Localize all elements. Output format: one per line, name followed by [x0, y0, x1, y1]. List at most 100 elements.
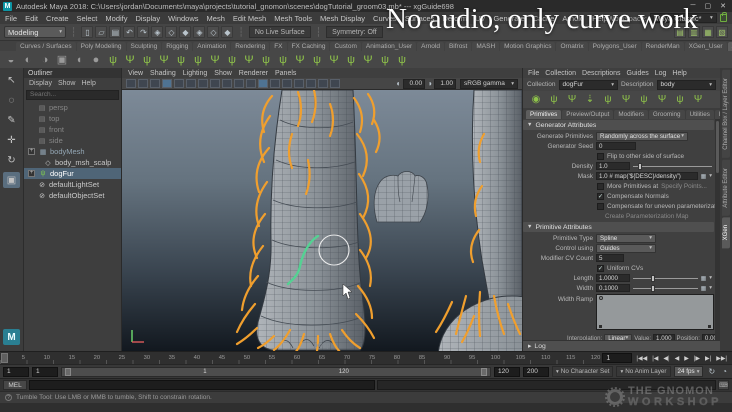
viewport-toolbar-icon[interactable] — [246, 79, 256, 88]
menu-item[interactable]: Select — [77, 14, 98, 23]
xgen-tab[interactable]: Utilities — [685, 110, 714, 119]
shelf-tool-icon[interactable]: Ψ — [327, 53, 341, 67]
lock-workspace-icon[interactable] — [719, 12, 728, 22]
shelf-tab[interactable]: XGen — [727, 42, 732, 51]
outliner-item-top[interactable]: ▤ top — [24, 113, 121, 124]
status-tool-icon[interactable]: ◈ — [151, 26, 164, 38]
shelf-tool-icon[interactable]: ψ — [378, 53, 392, 67]
width-slider[interactable] — [633, 284, 698, 293]
shelf-tool-icon[interactable]: ψ — [344, 53, 358, 67]
outliner-menu-item[interactable]: Help — [81, 80, 95, 87]
workspace-select[interactable]: Maya Classic* ▾ — [650, 13, 717, 23]
density-slider[interactable] — [633, 162, 712, 171]
viewport-toolbar-icon[interactable] — [222, 79, 232, 88]
viewport-toolbar-icon[interactable] — [234, 79, 244, 88]
shelf-tab[interactable]: Motion Graphics — [500, 42, 556, 51]
outliner-item-defaultlightset[interactable]: ⊘ defaultLightSet — [24, 179, 121, 190]
create-parameterization-map-button[interactable]: Create Parameterization Map — [605, 213, 688, 220]
tab-attribute-editor[interactable]: Attribute Editor — [722, 159, 730, 216]
collection-select[interactable]: dogFur ▾ — [558, 79, 619, 90]
shelf-tab[interactable]: Rigging — [162, 42, 193, 51]
shelf-tool-icon[interactable]: ◖ — [72, 53, 86, 67]
menu-item[interactable]: File — [5, 14, 17, 23]
exposure-field[interactable]: 0.00 — [403, 78, 426, 89]
shelf-tool-icon[interactable]: Ψ — [123, 53, 137, 67]
interpolation-select[interactable]: Linear ▾ — [604, 333, 633, 340]
tab-channel-box[interactable]: Channel Box / Layer Editor — [722, 70, 730, 158]
shelf-tool-icon[interactable]: ◑ — [38, 53, 52, 67]
status-tool-icon[interactable]: ▯ — [81, 26, 94, 38]
viewport-toolbar-icon[interactable] — [270, 79, 280, 88]
play-forwards-button[interactable]: ▶ — [682, 354, 691, 363]
generator-attributes-header[interactable]: ▼ Generator Attributes — [523, 120, 714, 130]
chevron-down-icon[interactable]: ▾ — [709, 285, 712, 291]
playback-end-field[interactable]: 120 — [494, 366, 521, 377]
length-slider[interactable] — [633, 274, 698, 283]
shelf-tab[interactable]: Arnold — [417, 42, 444, 51]
shelf-tab[interactable]: Custom — [330, 42, 361, 51]
expand-icon[interactable]: + — [28, 148, 35, 155]
menu-item[interactable]: Mesh — [207, 14, 225, 23]
menu-item[interactable]: Deform — [442, 14, 467, 23]
shelf-tool-icon[interactable]: ψ — [395, 53, 409, 67]
outliner-menu-item[interactable]: Display — [29, 80, 52, 87]
shelf-tab[interactable]: Rendering — [231, 42, 270, 51]
status-tool-icon[interactable]: ▱ — [95, 26, 108, 38]
viewport-toolbar-icon[interactable] — [162, 79, 172, 88]
shelf-tool-icon[interactable]: ψ — [106, 53, 120, 67]
symmetry-field[interactable]: Symmetry: Off — [326, 26, 383, 38]
shelf-tool-icon[interactable]: ψ — [174, 53, 188, 67]
live-surface-field[interactable]: No Live Surface — [248, 26, 311, 38]
status-tool-icon[interactable]: ◇ — [207, 26, 220, 38]
outliner-search-input[interactable] — [26, 89, 119, 100]
shelf-tool-icon[interactable]: ψ — [276, 53, 290, 67]
sidebar-toggle-icon[interactable]: ▦ — [702, 26, 714, 38]
shelf-tool-icon[interactable]: ψ — [259, 53, 273, 67]
density-field[interactable]: 1.0 — [596, 162, 630, 170]
menu-item[interactable]: Curves — [373, 14, 397, 23]
map-icon[interactable]: ▦ — [701, 173, 707, 180]
expand-icon[interactable]: + — [28, 170, 35, 177]
menu-item[interactable]: UV — [475, 14, 485, 23]
generator-seed-field[interactable]: 0 — [596, 142, 636, 150]
compensate-normals-checkbox[interactable]: ✓ — [597, 192, 604, 200]
map-icon[interactable]: ▦ — [701, 275, 707, 282]
menu-item[interactable]: Windows — [168, 14, 198, 23]
shelf-tool-icon[interactable]: ψ — [140, 53, 154, 67]
length-field[interactable]: 1.0000 — [596, 274, 630, 282]
viewport-menu-item[interactable]: Renderer — [239, 70, 268, 77]
shelf-tool-icon[interactable]: ● — [89, 53, 103, 67]
chevron-down-icon[interactable]: ▾ — [709, 275, 712, 281]
shelf-tab[interactable]: Animation — [193, 42, 231, 51]
scale-tool-icon[interactable]: ▣ — [3, 172, 20, 188]
menu-set-select[interactable]: Modeling ▾ — [4, 26, 66, 38]
xgen-tool-icon[interactable]: ψ — [601, 93, 615, 106]
ramp-value-field[interactable]: 1.000 — [653, 334, 675, 340]
description-select[interactable]: body ▾ — [656, 79, 716, 90]
step-back-frame-button[interactable]: |◀ — [650, 354, 660, 363]
status-tool-icon[interactable]: ◆ — [179, 26, 192, 38]
go-to-start-button[interactable]: |◀◀ — [634, 354, 649, 363]
xgen-tool-icon[interactable]: Ψ — [619, 93, 633, 106]
shelf-tool-icon[interactable]: Ψ — [208, 53, 222, 67]
outliner-item-side[interactable]: ▤ side — [24, 135, 121, 146]
exposure-icon[interactable]: ◐ — [396, 79, 401, 88]
primitive-attributes-header[interactable]: ▼ Primitive Attributes — [523, 222, 714, 232]
mel-input[interactable] — [29, 380, 375, 390]
menu-item[interactable]: Edit — [25, 14, 38, 23]
xgen-menu-item[interactable]: Guides — [627, 70, 649, 77]
xgen-tool-icon[interactable]: Ψ — [565, 93, 579, 106]
viewport-menu-item[interactable]: Shading — [150, 70, 176, 77]
sidebar-toggle-icon[interactable]: ▧ — [716, 26, 728, 38]
width-field[interactable]: 0.1000 — [596, 284, 630, 292]
step-forward-key-button[interactable]: |▶ — [692, 354, 702, 363]
compensate-uneven-checkbox[interactable] — [597, 202, 604, 210]
status-tool-icon[interactable]: ◈ — [193, 26, 206, 38]
animation-preferences-icon[interactable]: ◔ — [720, 367, 729, 376]
menu-item[interactable]: Cache — [533, 14, 555, 23]
mask-expression-field[interactable]: 1.0 # map('${DESC}/density/') — [596, 172, 698, 180]
xgen-tool-icon[interactable]: ψ — [673, 93, 687, 106]
status-tool-icon[interactable]: ↶ — [123, 26, 136, 38]
viewport-canvas[interactable]: persp — [122, 90, 522, 351]
specify-points-button[interactable]: Specify Points... — [661, 183, 707, 190]
